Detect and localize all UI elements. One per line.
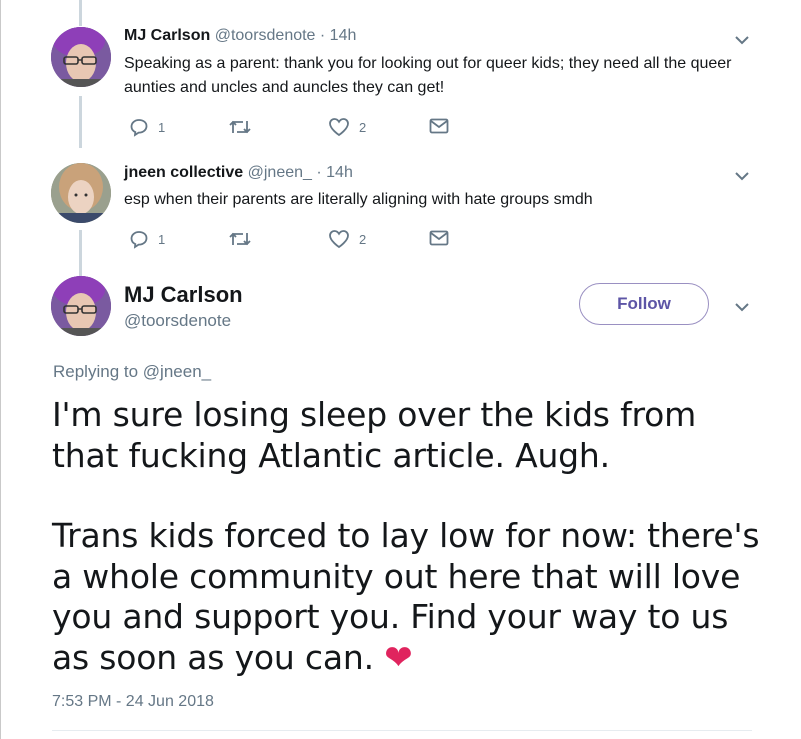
tweet-time[interactable]: · 14h [316, 164, 352, 181]
tweet-text: I'm sure losing sleep over the kids from… [52, 395, 772, 678]
thread-line [79, 0, 82, 26]
chevron-down-icon[interactable] [731, 29, 753, 51]
chevron-down-icon[interactable] [731, 165, 753, 187]
reply-count: 1 [158, 231, 166, 247]
tweet-time[interactable]: · 14h [320, 27, 356, 44]
retweet-button[interactable] [228, 117, 261, 137]
tweet-text: Speaking as a parent: thank you for look… [124, 55, 732, 96]
like-icon [329, 230, 349, 249]
author-handle[interactable]: @jneen_ [248, 164, 312, 181]
retweet-icon [229, 120, 251, 134]
author-name[interactable]: MJ Carlson [124, 282, 243, 308]
window-edge [0, 0, 1, 739]
replying-to: Replying to @jneen_ [53, 362, 211, 382]
tweet-header: MJ Carlson @toorsdenote · 14h [124, 27, 356, 45]
message-icon [429, 230, 449, 246]
heart-emoji: ❤ [384, 637, 413, 678]
reply-count: 1 [158, 119, 166, 135]
avatar[interactable] [51, 276, 111, 336]
thread-line [79, 230, 82, 282]
like-button[interactable]: 2 [328, 229, 366, 249]
follow-button[interactable]: Follow [579, 283, 709, 325]
direct-message-button[interactable] [429, 117, 449, 135]
replying-prefix: Replying to [53, 362, 139, 381]
reply-button[interactable]: 1 [129, 229, 165, 249]
reply-button[interactable]: 1 [129, 117, 165, 137]
author-handle[interactable]: @toorsdenote [215, 27, 316, 44]
author-name[interactable]: MJ Carlson [124, 27, 210, 44]
tweet-text: esp when their parents are literally ali… [124, 191, 593, 208]
tweet-paragraph: I'm sure losing sleep over the kids from… [52, 395, 697, 475]
divider [52, 730, 752, 731]
like-icon [329, 118, 349, 137]
like-button[interactable]: 2 [328, 117, 366, 137]
like-count: 2 [359, 231, 367, 247]
tweet-header: jneen collective @jneen_ · 14h [124, 164, 353, 182]
thread-line [79, 96, 82, 148]
author-handle[interactable]: @toorsdenote [124, 311, 231, 331]
tweet-actions: 1 2 [129, 229, 459, 255]
like-count: 2 [359, 119, 367, 135]
avatar[interactable] [51, 163, 111, 223]
tweet-paragraph: Trans kids forced to lay low for now: th… [52, 516, 772, 678]
reply-icon [130, 119, 148, 137]
retweet-icon [229, 232, 251, 246]
replying-to-link[interactable]: @jneen_ [143, 362, 211, 381]
reply-icon [130, 231, 148, 249]
message-icon [429, 118, 449, 134]
retweet-button[interactable] [228, 229, 261, 249]
paragraph-spacer [52, 476, 772, 516]
chevron-down-icon[interactable] [731, 296, 753, 318]
avatar[interactable] [51, 27, 111, 87]
tweet-actions: 1 2 [129, 117, 459, 143]
tweet-timestamp[interactable]: 7:53 PM - 24 Jun 2018 [52, 693, 214, 711]
direct-message-button[interactable] [429, 229, 449, 247]
author-name[interactable]: jneen collective [124, 164, 243, 181]
